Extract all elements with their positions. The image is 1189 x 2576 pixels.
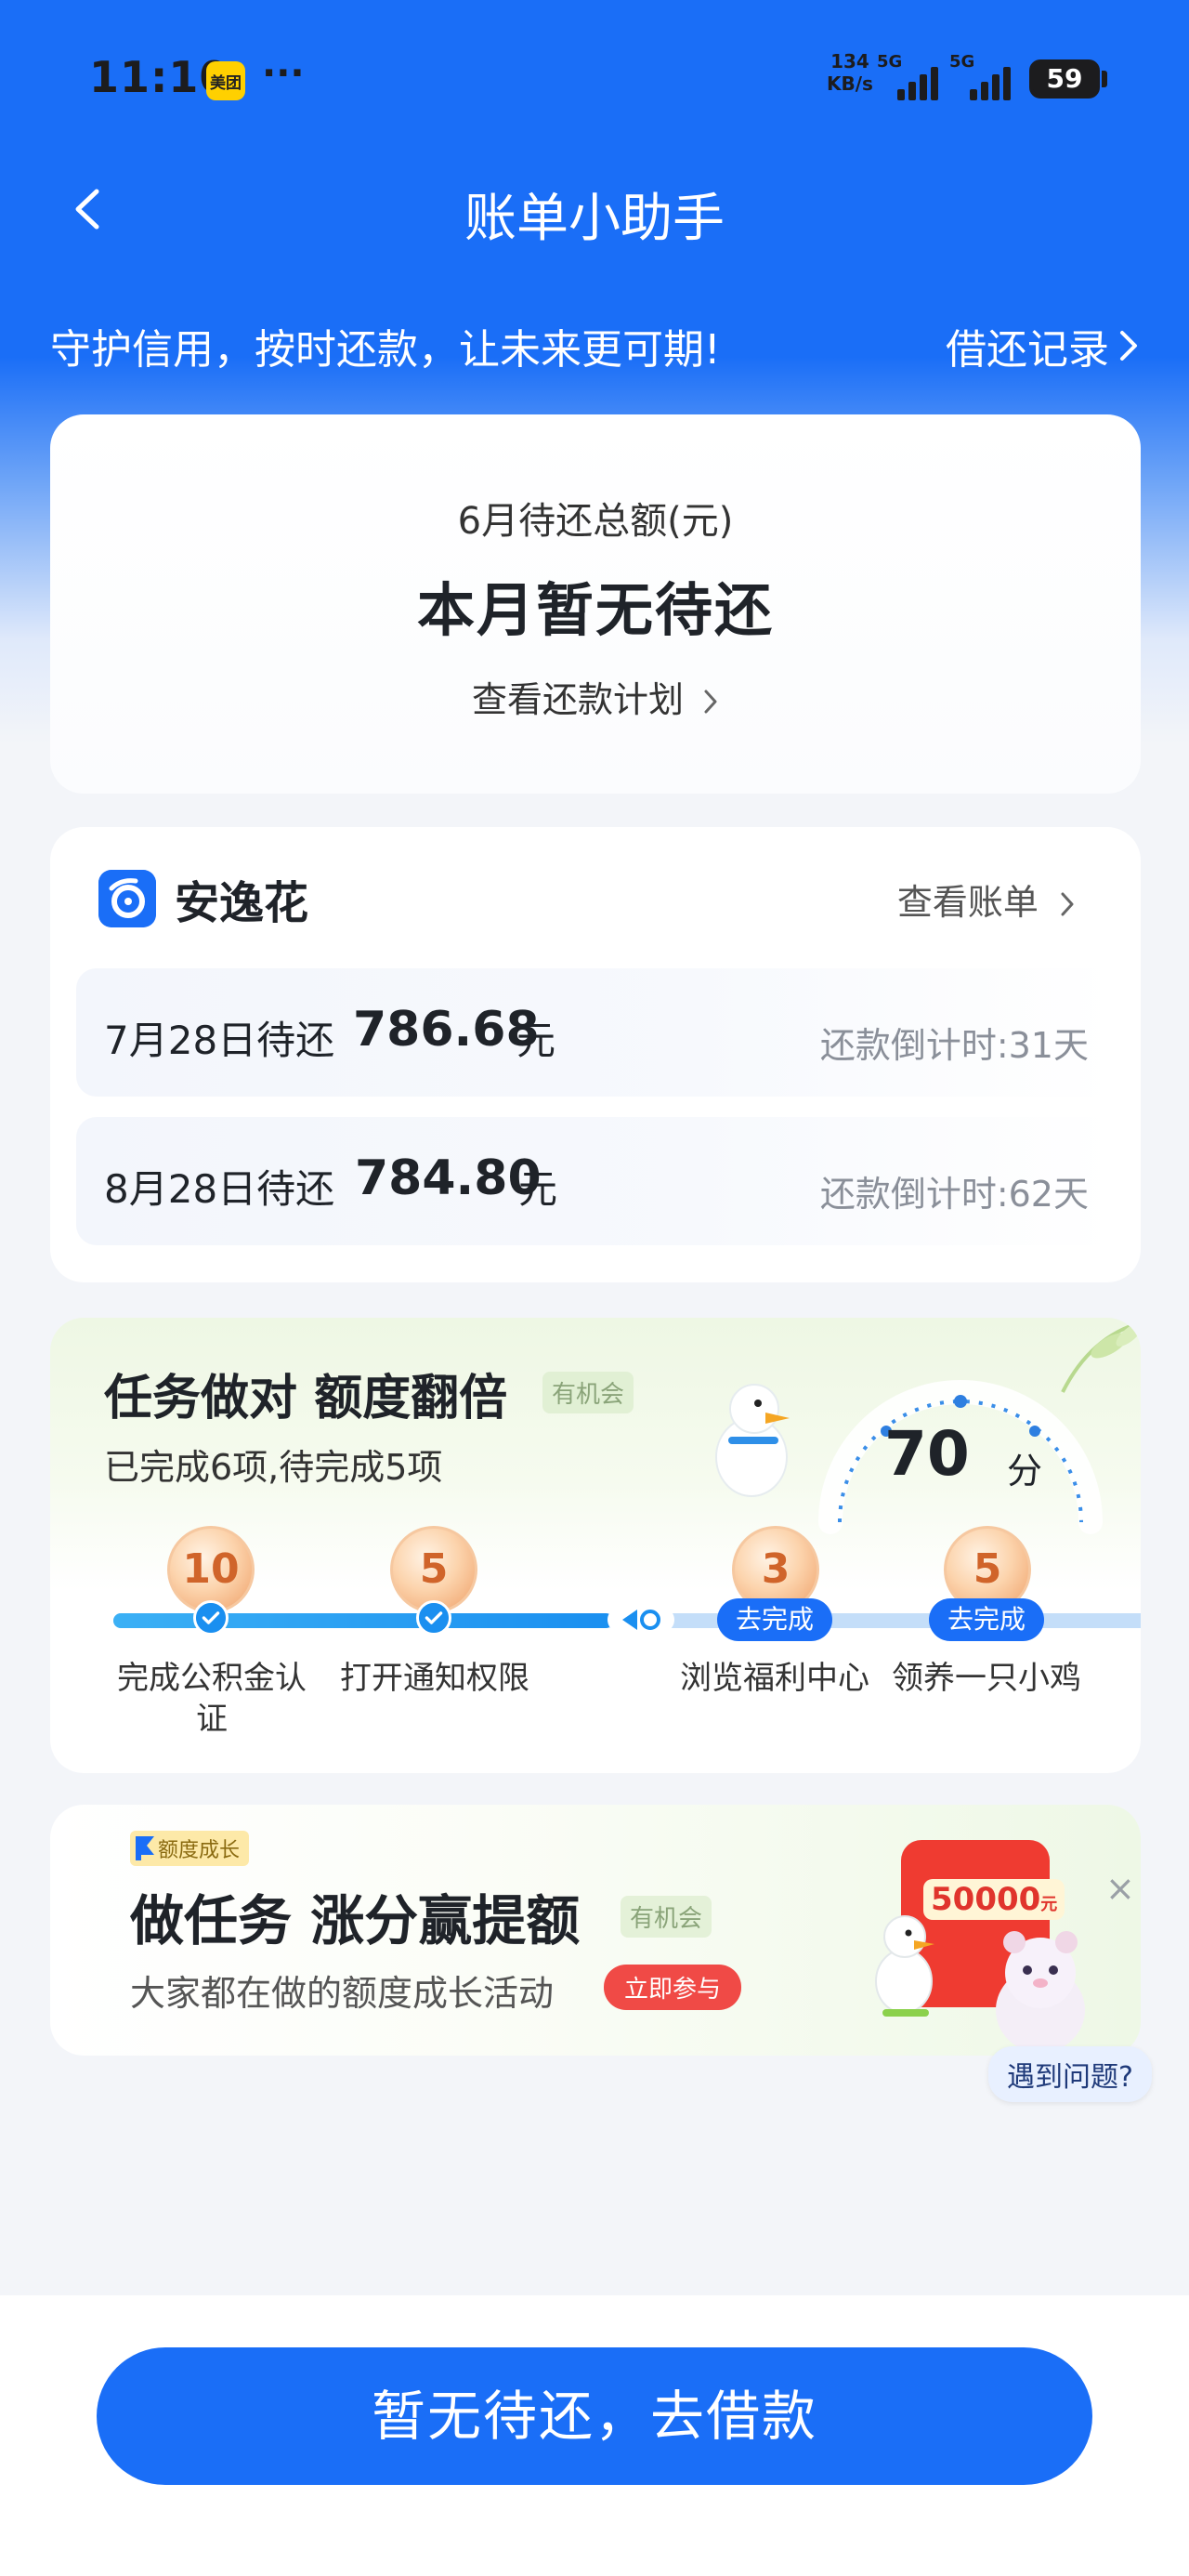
check-icon bbox=[416, 1600, 451, 1636]
page-title: 账单小助手 bbox=[464, 189, 725, 249]
borrow-repay-history-link[interactable]: 借还记录 bbox=[946, 316, 1139, 375]
network-speed: 134 KB/s bbox=[827, 50, 873, 95]
battery-tip bbox=[1102, 71, 1107, 87]
task-title: 任务做对 额度翻倍 bbox=[104, 1371, 508, 1426]
bill-unit: 元 bbox=[518, 1166, 558, 1212]
view-bill-link[interactable]: 查看账单 bbox=[897, 874, 1076, 925]
check-icon bbox=[193, 1600, 229, 1636]
summary-value: 本月暂无待还 bbox=[416, 576, 774, 644]
plan-link-label: 查看还款计划 bbox=[471, 679, 684, 720]
progress-arrow-icon bbox=[608, 1599, 674, 1640]
score-unit: 分 bbox=[1007, 1451, 1043, 1492]
credit-score: 70 bbox=[884, 1418, 970, 1490]
status-bar: 11:10 美团 ··· 134 KB/s 5G 5G 59 bbox=[0, 0, 1189, 149]
bill-countdown: 还款倒计时:62天 bbox=[819, 1174, 1089, 1215]
summary-label: 6月待还总额(元) bbox=[457, 500, 734, 543]
flag-icon bbox=[136, 1836, 154, 1860]
duck-mascot-icon bbox=[875, 1915, 934, 2017]
battery-icon: 59 bbox=[1029, 59, 1100, 99]
chevron-right-icon bbox=[1061, 892, 1074, 916]
task-label[interactable]: 浏览福利中心 bbox=[673, 1658, 877, 1699]
task-progress-fill bbox=[113, 1613, 613, 1628]
view-bill-label: 查看账单 bbox=[896, 882, 1039, 923]
bill-row[interactable]: 8月28日待还 784.80 元 还款倒计时:62天 bbox=[76, 1117, 1115, 1245]
history-link-label: 借还记录 bbox=[946, 326, 1109, 374]
more-notifications-icon: ··· bbox=[262, 52, 305, 95]
go-borrow-button[interactable]: 暂无待还，去借款 bbox=[97, 2347, 1092, 2485]
repayment-summary-card: 6月待还总额(元) 本月暂无待还 查看还款计划 bbox=[50, 414, 1141, 794]
go-complete-button[interactable]: 去完成 bbox=[717, 1598, 832, 1641]
meituan-app-icon: 美团 bbox=[206, 61, 245, 100]
duck-mascot-icon bbox=[715, 1384, 790, 1497]
chevron-right-icon bbox=[704, 690, 717, 714]
task-double-limit-card[interactable]: 任务做对 额度翻倍 有机会 已完成6项,待完成5项 70 分 10 完成公积金认… bbox=[50, 1318, 1141, 1773]
task-label[interactable]: 领养一只小鸡 bbox=[884, 1658, 1089, 1699]
bill-date: 7月28日待还 bbox=[104, 1018, 335, 1063]
hero-slogan: 守护信用，按时还款，让未来更可期! bbox=[50, 326, 721, 374]
bill-date: 8月28日待还 bbox=[104, 1166, 335, 1212]
anyihua-logo-icon bbox=[98, 870, 156, 927]
chevron-right-icon bbox=[1120, 331, 1137, 361]
chance-badge: 有机会 bbox=[542, 1372, 634, 1413]
task-label[interactable]: 打开通知权限 bbox=[333, 1658, 537, 1699]
task-label[interactable]: 完成公积金认证 bbox=[110, 1658, 314, 1740]
join-now-button[interactable]: 立即参与 bbox=[604, 1965, 742, 2010]
brand-name: 安逸花 bbox=[175, 877, 309, 929]
go-complete-button[interactable]: 去完成 bbox=[929, 1598, 1044, 1641]
bill-row[interactable]: 7月28日待还 786.68 元 还款倒计时:31天 bbox=[76, 968, 1115, 1097]
nav-bar: 账单小助手 bbox=[0, 158, 1189, 260]
bill-amount: 784.80 bbox=[355, 1150, 542, 1206]
task-progress-text: 已完成6项,待完成5项 bbox=[104, 1447, 443, 1488]
assistant-mascot-icon[interactable] bbox=[966, 1922, 1115, 2061]
promo-title: 做任务 涨分赢提额 bbox=[130, 1889, 581, 1952]
help-bubble[interactable]: 遇到问题? bbox=[988, 2046, 1152, 2102]
chance-badge: 有机会 bbox=[621, 1896, 712, 1938]
signal-icon-2: 5G bbox=[949, 52, 1011, 100]
view-repayment-plan-link[interactable]: 查看还款计划 bbox=[50, 671, 1141, 722]
bill-unit: 元 bbox=[516, 1018, 556, 1063]
anyihua-bill-card: 安逸花 查看账单 7月28日待还 786.68 元 还款倒计时:31天 8月28… bbox=[50, 827, 1141, 1282]
bill-amount: 786.68 bbox=[353, 1002, 540, 1058]
promo-subtitle: 大家都在做的额度成长活动 bbox=[130, 1973, 555, 2014]
bill-countdown: 还款倒计时:31天 bbox=[819, 1025, 1089, 1066]
signal-icon: 5G bbox=[877, 52, 938, 100]
close-icon[interactable]: × bbox=[1105, 1868, 1135, 1909]
